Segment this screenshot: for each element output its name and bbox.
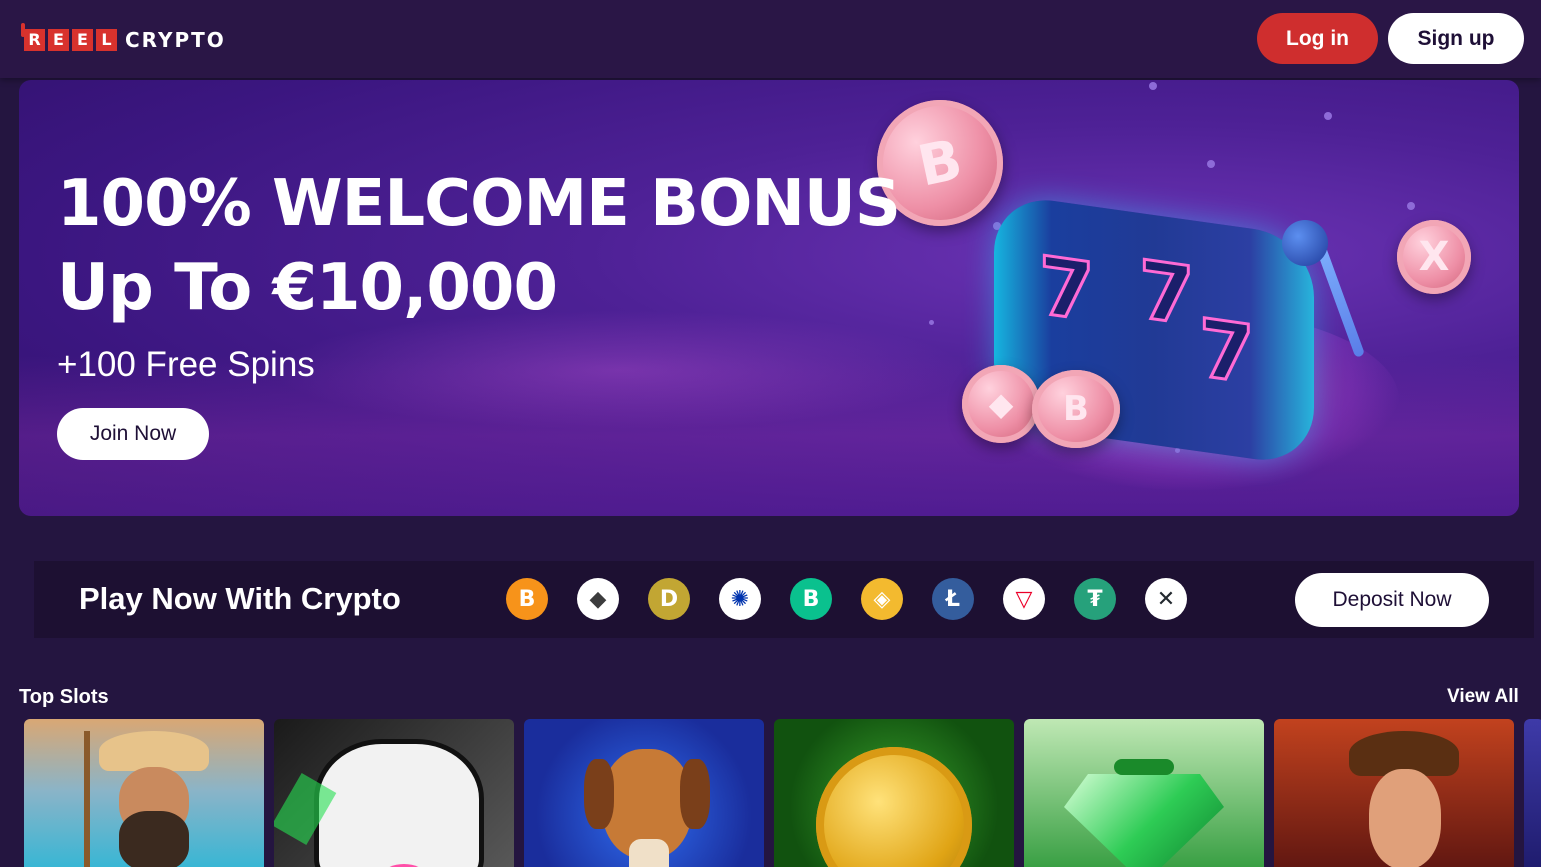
bitcoin-cash-icon: B [790, 578, 832, 620]
explorer-face-icon [1369, 769, 1441, 867]
logo-lever-icon [21, 23, 25, 37]
top-header: R E E L CRYPTO Log in Sign up [0, 0, 1541, 78]
slot-game-tile[interactable] [1524, 719, 1541, 867]
binance-icon: ◈ [861, 578, 903, 620]
join-now-button[interactable]: Join Now [57, 408, 209, 460]
logo-reel-letters: R E E L [24, 29, 117, 51]
login-button[interactable]: Log in [1257, 13, 1378, 64]
logo-letter: L [96, 29, 117, 51]
logo-letter: E [72, 29, 93, 51]
slot-seven: 7 [1198, 300, 1257, 404]
view-all-link[interactable]: View All [1447, 686, 1519, 708]
logo-letter: R [24, 29, 45, 51]
beard-icon [119, 811, 189, 867]
top-slots-row [24, 719, 1541, 867]
xrp-icon: ✕ [1145, 578, 1187, 620]
banner-headline: 100% WELCOME BONUS Up To €10,000 [57, 162, 901, 330]
dogecoin-icon: D [648, 578, 690, 620]
slot-machine-illustration: 7 7 7 B X ◆ B [865, 80, 1519, 516]
slot-seven: 7 [1038, 237, 1097, 341]
logo-letter: E [48, 29, 69, 51]
slot-game-tile[interactable] [24, 719, 264, 867]
ethereum-coin-icon: ◆ [962, 365, 1040, 443]
crypto-payment-bar: Play Now With Crypto B ◆ D ✺ B ◈ Ł ▽ ₮ ✕ Deposit … [34, 561, 1534, 638]
slot-game-tile[interactable] [524, 719, 764, 867]
deposit-now-button[interactable]: Deposit Now [1295, 573, 1489, 627]
cardano-icon: ✺ [719, 578, 761, 620]
slot-game-tile[interactable] [774, 719, 1014, 867]
reel-crypto-logo[interactable]: R E E L CRYPTO [21, 23, 226, 56]
tron-icon: ▽ [1003, 578, 1045, 620]
crypto-icon-list: B ◆ D ✺ B ◈ Ł ▽ ₮ ✕ [506, 578, 1187, 620]
ethereum-icon: ◆ [577, 578, 619, 620]
xrp-coin-icon: X [1397, 220, 1471, 294]
emerald-gem-icon [1064, 774, 1224, 867]
slot-game-tile[interactable] [274, 719, 514, 867]
logo-wordmark: CRYPTO [125, 28, 226, 52]
cartoon-cat-icon [314, 739, 484, 867]
slot-seven: 7 [1138, 241, 1197, 345]
logo-mark: R E E L [21, 23, 117, 51]
signup-button[interactable]: Sign up [1388, 13, 1524, 64]
welcome-bonus-banner[interactable]: 7 7 7 B X ◆ B 100% WELCOME BONUS Up To €… [19, 80, 1519, 516]
bitcoin-icon: B [506, 578, 548, 620]
slot-game-tile[interactable] [1274, 719, 1514, 867]
slot-game-tile[interactable] [1024, 719, 1264, 867]
top-slots-heading: Top Slots [19, 686, 109, 708]
crypto-bar-title: Play Now With Crypto [79, 581, 401, 616]
litecoin-icon: Ł [932, 578, 974, 620]
banner-headline-line: Up To €10,000 [57, 251, 558, 325]
banner-headline-line: 100% WELCOME BONUS [57, 167, 901, 241]
banner-subtitle: +100 Free Spins [57, 345, 315, 384]
slot-lever-knob-icon [1282, 220, 1328, 266]
tether-icon: ₮ [1074, 578, 1116, 620]
cowboy-hat-icon [99, 731, 209, 771]
bitcoin-coin-icon: B [1032, 370, 1120, 448]
gold-coin-icon [816, 747, 972, 867]
